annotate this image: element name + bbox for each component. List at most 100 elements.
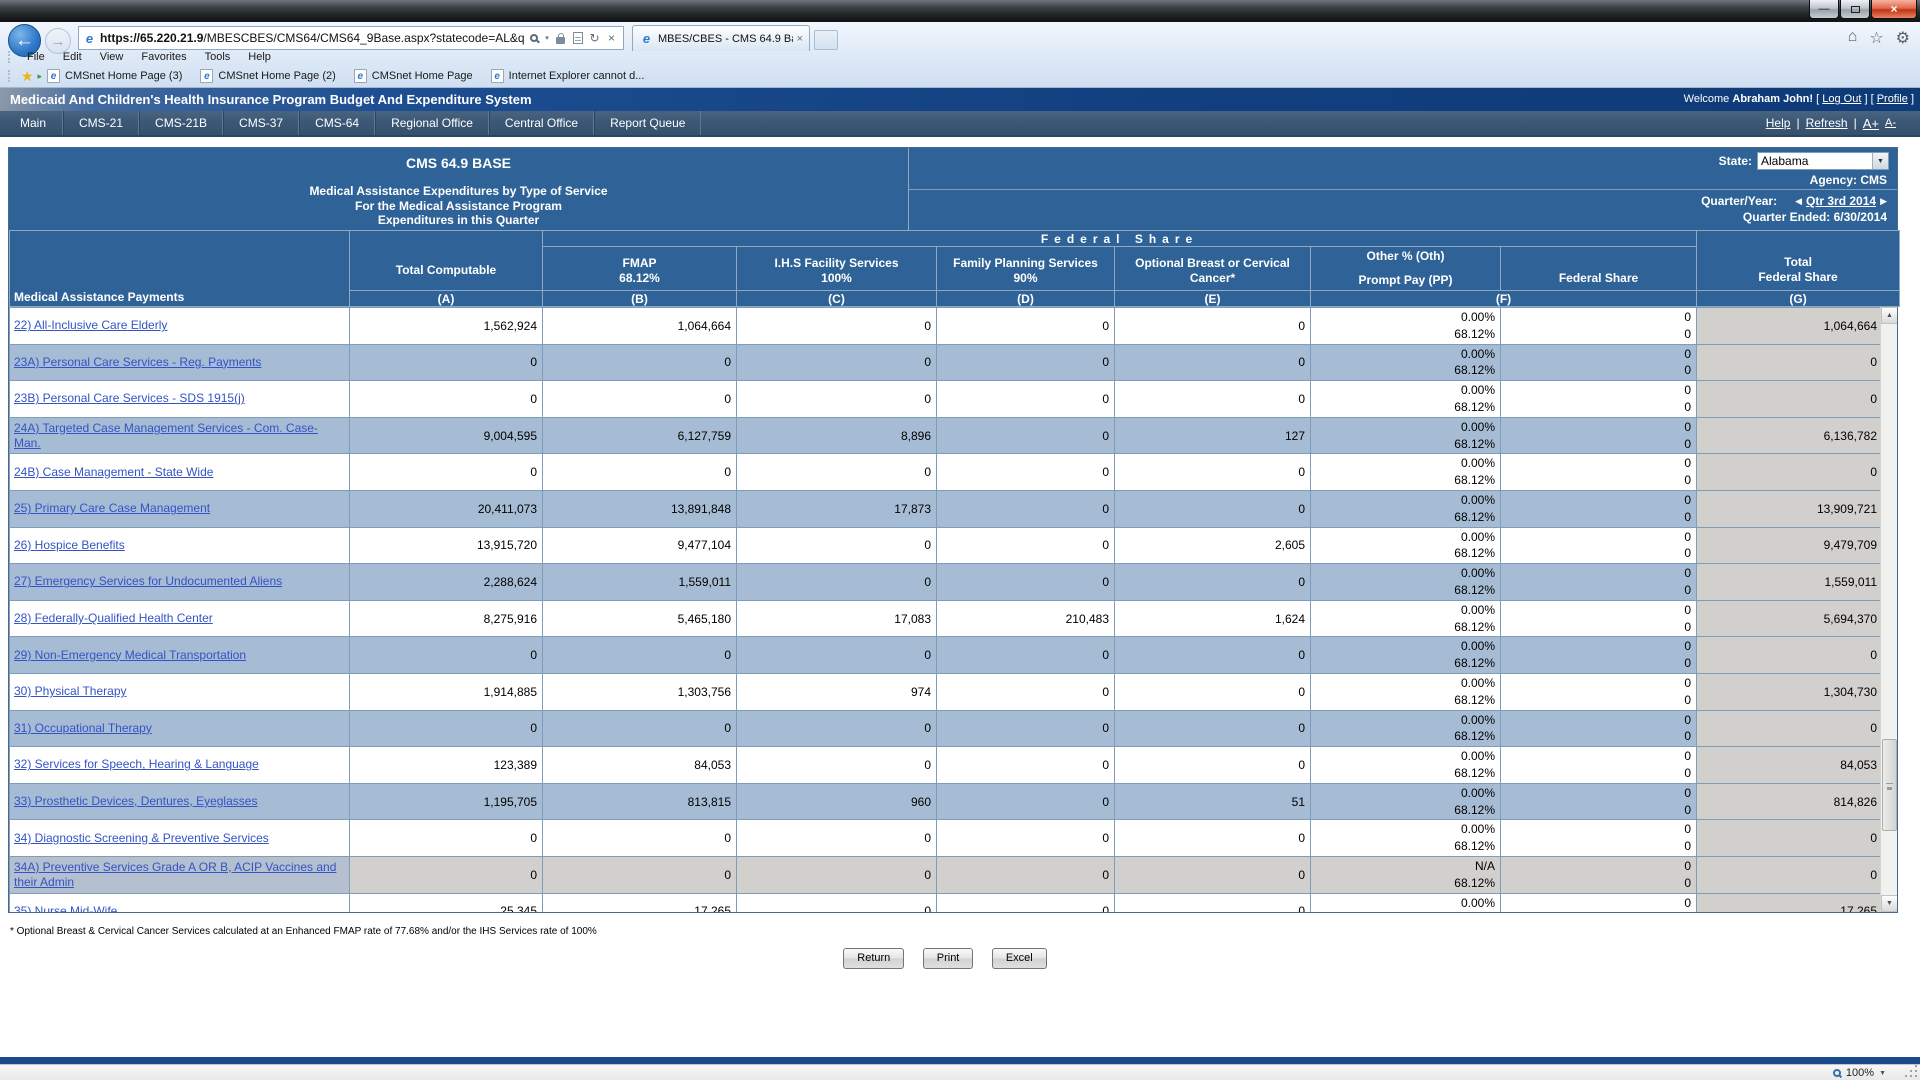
- favorite-item[interactable]: eInternet Explorer cannot d...: [491, 69, 645, 83]
- cell-f-fs-line: 0: [1506, 602, 1691, 619]
- row-link[interactable]: 30) Physical Therapy: [14, 684, 127, 698]
- row-link[interactable]: 25) Primary Care Case Management: [14, 501, 210, 515]
- nav-tab-cms37[interactable]: CMS-37: [223, 111, 299, 135]
- menu-view[interactable]: View: [94, 50, 130, 64]
- menu-favorites[interactable]: Favorites: [135, 50, 192, 64]
- row-link[interactable]: 24B) Case Management - State Wide: [14, 465, 213, 479]
- row-link[interactable]: 28) Federally-Qualified Health Center: [14, 611, 213, 625]
- browser-tab[interactable]: e MBES/CBES - CMS 64.9 Base ×: [632, 25, 810, 51]
- favorite-item[interactable]: eCMSnet Home Page (2): [200, 69, 335, 83]
- quarter-prev-icon[interactable]: ◀: [1795, 196, 1802, 207]
- cell-f-pct-line: 68.12%: [1316, 765, 1495, 782]
- cell-c: 960: [737, 783, 937, 820]
- cell-f-pct-line: 0.00%: [1316, 638, 1495, 655]
- return-button[interactable]: Return: [843, 948, 904, 969]
- page-content: CMS 64.9 BASE Medical Assistance Expendi…: [0, 139, 1920, 1057]
- tab-close-icon[interactable]: ×: [797, 33, 803, 45]
- cell-f-pct: 0.00%68.12%: [1311, 308, 1501, 345]
- cell-f-pct-line: 68.12%: [1316, 582, 1495, 599]
- header-line: Federal Share: [1697, 270, 1899, 285]
- row-link[interactable]: 23B) Personal Care Services - SDS 1915(j…: [14, 391, 245, 405]
- profile-link[interactable]: Profile: [1877, 93, 1908, 105]
- zoom-control[interactable]: 100% ▼: [1833, 1065, 1886, 1080]
- menu-edit[interactable]: Edit: [57, 50, 88, 64]
- maximize-button[interactable]: [1840, 0, 1870, 19]
- view-favorites-icon[interactable]: ★▸: [21, 68, 39, 84]
- status-bar: 100% ▼: [0, 1064, 1920, 1080]
- row-link[interactable]: 34) Diagnostic Screening & Preventive Se…: [14, 831, 269, 845]
- zoom-caret-icon[interactable]: ▼: [1879, 1070, 1886, 1077]
- tools-gear-icon[interactable]: ⚙: [1896, 28, 1910, 48]
- state-select[interactable]: Alabama ▼: [1757, 152, 1889, 170]
- font-larger-link[interactable]: A+: [1863, 116, 1879, 131]
- nav-tab-cms21b[interactable]: CMS-21B: [139, 111, 223, 135]
- column-header-breast-cervical: Optional Breast or Cervical Cancer*: [1115, 247, 1311, 291]
- resize-grip[interactable]: [1915, 1075, 1917, 1077]
- row-link[interactable]: 26) Hospice Benefits: [14, 538, 125, 552]
- compatibility-view-icon[interactable]: [569, 28, 586, 48]
- table-row: 23B) Personal Care Services - SDS 1915(j…: [10, 381, 1883, 418]
- menu-help[interactable]: Help: [242, 50, 277, 64]
- menu-tools[interactable]: Tools: [199, 50, 237, 64]
- minimize-button[interactable]: —: [1809, 0, 1839, 19]
- select-arrow-icon[interactable]: ▼: [1872, 153, 1888, 169]
- scroll-up-icon[interactable]: ▲: [1881, 307, 1897, 324]
- row-link[interactable]: 33) Prosthetic Devices, Dentures, Eyegla…: [14, 794, 257, 808]
- row-link[interactable]: 27) Emergency Services for Undocumented …: [14, 574, 282, 588]
- cell-f-fs-line: 0: [1506, 362, 1691, 379]
- header-line: Family Planning Services: [937, 256, 1114, 271]
- cell-b: 6,127,759: [543, 417, 737, 454]
- excel-button[interactable]: Excel: [992, 948, 1047, 969]
- address-bar[interactable]: e https://65.220.21.9/MBESCBES/CMS64/CMS…: [78, 26, 624, 50]
- home-icon[interactable]: ⌂: [1848, 28, 1858, 48]
- quarter-next-icon[interactable]: ▶: [1880, 196, 1887, 207]
- cell-f-fs: 00: [1501, 600, 1697, 637]
- row-link[interactable]: 29) Non-Emergency Medical Transportation: [14, 648, 246, 662]
- row-link[interactable]: 31) Occupational Therapy: [14, 721, 152, 735]
- row-link[interactable]: 35) Nurse Mid-Wife: [14, 904, 117, 912]
- row-link[interactable]: 23A) Personal Care Services - Reg. Payme…: [14, 355, 261, 369]
- help-link[interactable]: Help: [1766, 116, 1791, 130]
- table-row: 34) Diagnostic Screening & Preventive Se…: [10, 820, 1883, 857]
- nav-tab-cms21[interactable]: CMS-21: [63, 111, 139, 135]
- stop-icon[interactable]: ×: [603, 28, 620, 48]
- refresh-icon[interactable]: ↻: [586, 28, 603, 48]
- search-icon[interactable]: [525, 28, 542, 48]
- bracket: [: [1816, 93, 1819, 105]
- cell-c: 0: [737, 710, 937, 747]
- table-scrollbar[interactable]: ▲ ▼: [1880, 307, 1897, 912]
- search-dropdown-icon[interactable]: ▾: [542, 28, 552, 48]
- cell-b: 0: [543, 381, 737, 418]
- nav-tab-report-queue[interactable]: Report Queue: [594, 111, 701, 135]
- row-link[interactable]: 24A) Targeted Case Management Services -…: [14, 421, 318, 450]
- scrollbar-thumb[interactable]: [1882, 739, 1897, 831]
- row-link[interactable]: 32) Services for Speech, Hearing & Langu…: [14, 757, 259, 771]
- close-button[interactable]: ×: [1871, 0, 1917, 19]
- print-button[interactable]: Print: [923, 948, 974, 969]
- scroll-down-icon[interactable]: ▼: [1881, 895, 1897, 912]
- nav-tab-regional-office[interactable]: Regional Office: [375, 111, 489, 135]
- row-label-cell: 31) Occupational Therapy: [10, 710, 350, 747]
- cell-f-pct-line: 0.00%: [1316, 419, 1495, 436]
- cell-d: 0: [937, 417, 1115, 454]
- favorite-item[interactable]: eCMSnet Home Page (3): [47, 69, 182, 83]
- row-link[interactable]: 34A) Preventive Services Grade A OR B, A…: [14, 860, 336, 889]
- quarter-link[interactable]: Qtr 3rd 2014: [1806, 194, 1876, 208]
- nav-tab-main[interactable]: Main: [0, 111, 63, 135]
- refresh-link[interactable]: Refresh: [1806, 116, 1848, 130]
- font-smaller-link[interactable]: A-: [1885, 117, 1896, 129]
- table-row: 27) Emergency Services for Undocumented …: [10, 564, 1883, 601]
- logout-link[interactable]: Log Out: [1822, 93, 1861, 105]
- nav-tab-cms64[interactable]: CMS-64: [299, 111, 375, 135]
- cell-f-fs: 00: [1501, 673, 1697, 710]
- column-header-payments: Medical Assistance Payments: [10, 231, 350, 307]
- favorite-item[interactable]: eCMSnet Home Page: [354, 69, 473, 83]
- menu-file[interactable]: File: [21, 50, 51, 64]
- favorites-star-icon[interactable]: ☆: [1869, 28, 1883, 48]
- cell-g: 84,053: [1697, 747, 1883, 784]
- new-tab-button[interactable]: [814, 30, 838, 50]
- row-link[interactable]: 22) All-Inclusive Care Elderly: [14, 318, 167, 332]
- cell-f-fs: 00: [1501, 893, 1697, 912]
- user-name: Abraham John!: [1732, 93, 1813, 105]
- nav-tab-central-office[interactable]: Central Office: [489, 111, 594, 135]
